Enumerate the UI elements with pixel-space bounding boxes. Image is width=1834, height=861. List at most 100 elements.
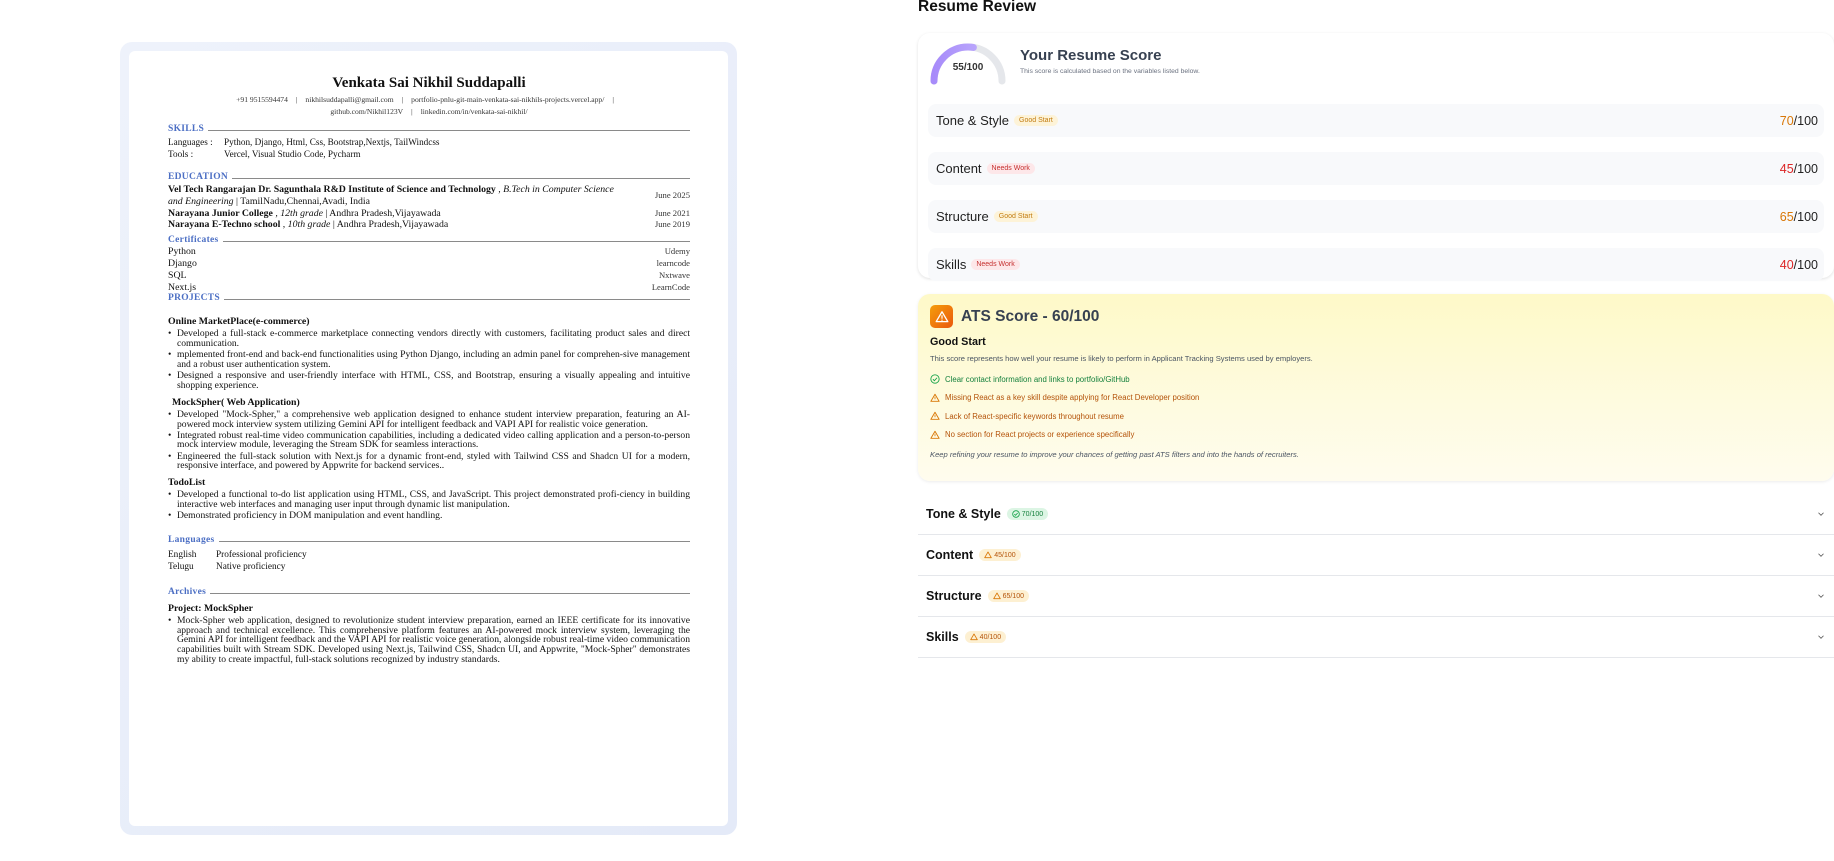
warning-triangle-icon <box>930 393 940 402</box>
chevron-down-icon <box>1818 635 1824 639</box>
certificate-row: SQL Nxtwave <box>168 269 690 281</box>
score-gauge: 55/100 <box>928 43 1008 87</box>
chevron-down-icon <box>1818 553 1824 557</box>
score-badge: 65/100 <box>987 590 1029 602</box>
section-title: SKILLS <box>168 124 205 134</box>
ats-score-card: ATS Score - 60/100 Good Start This score… <box>918 294 1834 481</box>
accordion-structure[interactable]: Structure 65/100 <box>918 576 1834 617</box>
section-skills: SKILLS <box>168 124 690 134</box>
email: nikhilsuddapalli@gmail.com <box>305 95 394 104</box>
warning-triangle-icon <box>992 592 1001 600</box>
ats-footer: Keep refining your resume to improve you… <box>930 450 1299 459</box>
details-accordion: Tone & Style 70/100 Content 45/100 Struc… <box>918 494 1834 658</box>
score-heading: Your Resume Score <box>1020 47 1162 64</box>
section-title: Certificates <box>168 235 219 246</box>
ats-tips: Clear contact information and links to p… <box>930 370 1822 444</box>
accordion-skills[interactable]: Skills 40/100 <box>918 617 1834 658</box>
category-score: 65/100 <box>1779 209 1818 224</box>
status-badge: Needs Work <box>986 163 1035 174</box>
list-item: Clear contact information and links to p… <box>930 370 1822 389</box>
page-title: Resume Review <box>918 0 1037 15</box>
skills-row: Languages : Python, Django, Html, Css, Bo… <box>168 137 440 147</box>
ats-subtitle: Good Start <box>930 336 986 348</box>
certificate-row: Django learncode <box>168 257 690 269</box>
project-bullets: Developed a full-stack e-commerce market… <box>168 329 690 390</box>
accordion-content[interactable]: Content 45/100 <box>918 535 1834 576</box>
resume-preview[interactable]: Venkata Sai Nikhil Suddapalli +91 951559… <box>120 42 737 835</box>
phone: +91 9515594474 <box>236 95 288 104</box>
archive-project-title: Project: MockSpher <box>168 602 253 614</box>
category-score: 70/100 <box>1779 113 1818 128</box>
section-certificates: Certificates <box>168 235 690 245</box>
warning-triangle-icon <box>969 633 978 641</box>
project-title: TodoList <box>168 477 206 489</box>
archive-bullets: Mock-Spher web application, designed to … <box>168 615 690 665</box>
warning-triangle-icon <box>930 430 940 439</box>
check-circle-icon <box>1012 510 1020 518</box>
accordion-title: Content <box>926 548 974 562</box>
education-row: Narayana E-Techno school , 10th grade | … <box>168 219 690 231</box>
skills-row: Tools : Vercel, Visual Studio Code, Pycha… <box>168 148 361 159</box>
section-title: EDUCATION <box>168 172 229 182</box>
category-name: Tone & Style <box>936 113 1009 128</box>
review-panel: Resume Review 55/100 Your Resume Score T… <box>918 0 1834 658</box>
project-bullets: Developed "Mock-Spher," a comprehensive … <box>168 409 690 471</box>
section-title: Archives <box>168 586 207 597</box>
project-title: Online MarketPlace(e-commerce) <box>168 316 310 328</box>
category-row-tone-style: Tone & Style Good Start 70/100 <box>928 104 1824 137</box>
category-row-content: Content Needs Work 45/100 <box>928 152 1824 185</box>
accordion-title: Skills <box>926 630 959 644</box>
section-archives: Archives <box>168 587 690 597</box>
category-name: Skills <box>936 257 967 272</box>
language-row: Telugu Native proficiency <box>168 561 286 572</box>
education-row: Narayana Junior College , 12th grade | A… <box>168 207 690 219</box>
accordion-tone-style[interactable]: Tone & Style 70/100 <box>918 494 1834 535</box>
status-badge: Needs Work <box>971 259 1020 270</box>
warning-triangle-icon <box>930 412 940 421</box>
linkedin-link: linkedin.com/in/venkata-sai-nikhil/ <box>420 107 528 116</box>
list-item: Lack of React-specific keywords througho… <box>930 407 1822 426</box>
section-title: Languages <box>168 534 215 545</box>
score-badge: 45/100 <box>979 549 1021 561</box>
check-circle-icon <box>930 374 940 384</box>
certificate-row: Next.js LearnCode <box>168 281 690 293</box>
accordion-title: Tone & Style <box>926 507 1001 521</box>
category-row-structure: Structure Good Start 65/100 <box>928 200 1824 233</box>
language-row: English Professional proficiency <box>168 549 307 560</box>
portfolio-link: portfolio-pnlu-git-main-venkata-sai-nikh… <box>411 95 605 104</box>
status-badge: Good Start <box>1014 115 1058 126</box>
score-badge: 70/100 <box>1006 508 1049 520</box>
warning-triangle-icon <box>984 551 992 559</box>
list-item: No section for React projects or experie… <box>930 426 1822 445</box>
gauge-value: 55/100 <box>952 62 984 73</box>
ats-description: This score represents how well your resu… <box>930 354 1313 363</box>
section-languages: Languages <box>168 535 690 545</box>
certificate-row: Python Udemy <box>168 246 690 258</box>
resume-contact-line-1: +91 9515594474 | nikhilsuddapalli@gmail.co… <box>236 95 614 104</box>
accordion-title: Structure <box>926 589 982 603</box>
chevron-down-icon <box>1818 512 1824 516</box>
education-row: Vel Tech Rangarajan Dr. Sagunthala R&D I… <box>168 184 690 207</box>
status-badge: Good Start <box>993 211 1038 222</box>
resume-page: Venkata Sai Nikhil Suddapalli +91 951559… <box>129 51 728 826</box>
category-name: Structure <box>936 209 989 224</box>
category-score: 45/100 <box>1779 161 1818 176</box>
section-education: EDUCATION <box>168 172 690 182</box>
list-item: Missing React as a key skill despite app… <box>930 389 1822 408</box>
project-bullets: Developed a functional to-do list applic… <box>168 490 690 521</box>
category-score: 40/100 <box>1779 257 1818 272</box>
chevron-down-icon <box>1818 594 1824 598</box>
score-badge: 40/100 <box>964 631 1007 643</box>
github-link: github.com/Nikhil123V <box>330 107 404 116</box>
warning-icon <box>930 305 953 328</box>
section-projects: PROJECTS <box>168 293 690 303</box>
ats-title: ATS Score - 60/100 <box>961 307 1100 325</box>
category-row-skills: Skills Needs Work 40/100 <box>928 248 1824 281</box>
resume-name: Venkata Sai Nikhil Suddapalli <box>332 75 526 91</box>
section-title: PROJECTS <box>168 293 221 304</box>
resume-score-card: 55/100 Your Resume Score This score is c… <box>918 33 1834 281</box>
project-title: MockSpher( Web Application) <box>172 396 300 408</box>
category-name: Content <box>936 161 982 176</box>
score-subtext: This score is calculated based on the va… <box>1020 68 1200 75</box>
resume-contact-line-2: github.com/Nikhil123V | linkedin.com/in/ve… <box>330 107 528 116</box>
